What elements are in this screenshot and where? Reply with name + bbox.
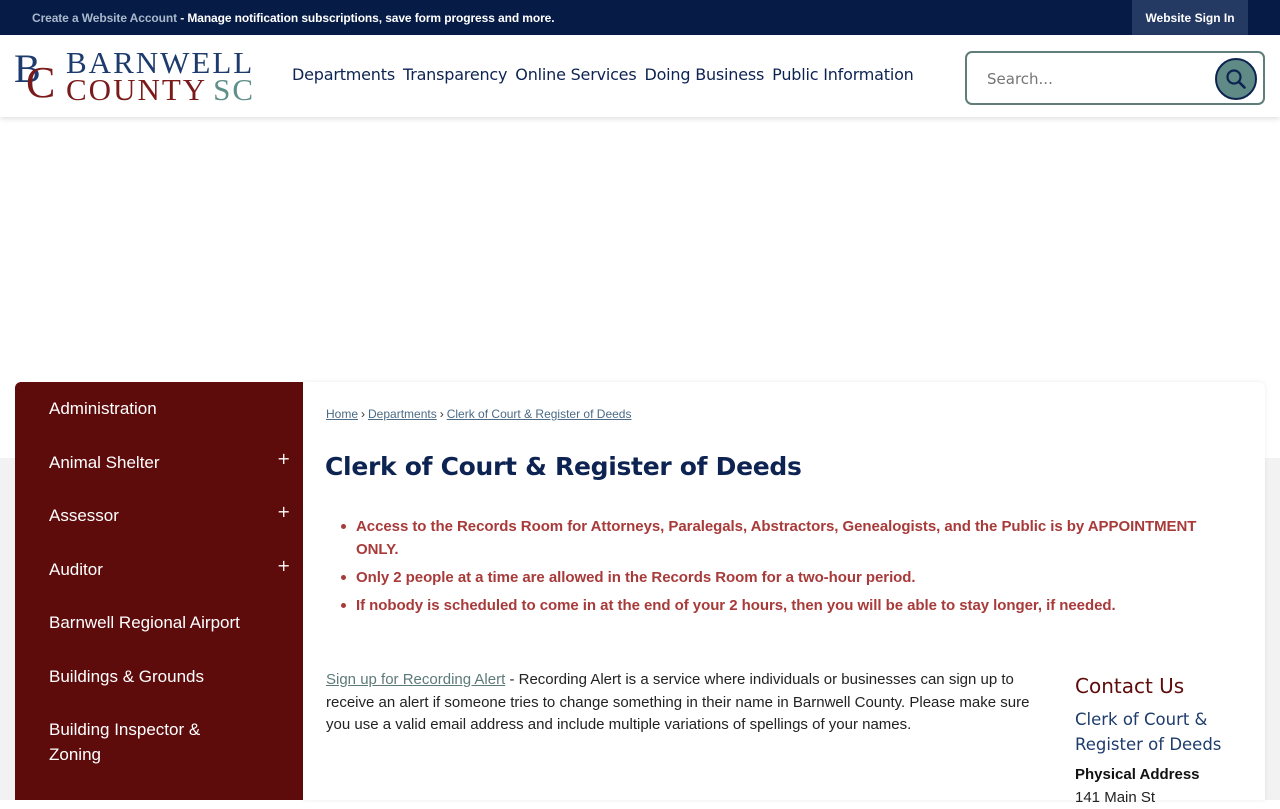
breadcrumb-clerk-of-court[interactable]: Clerk of Court & Register of Deeds bbox=[447, 407, 632, 421]
banner-area bbox=[0, 117, 1280, 382]
nav-transparency[interactable]: Transparency bbox=[403, 65, 508, 84]
contact-heading: Contact Us bbox=[1075, 674, 1185, 698]
nav-public-information[interactable]: Public Information bbox=[772, 65, 914, 84]
logo-initial-c: C bbox=[26, 58, 56, 107]
records-room-notices: Access to the Records Room for Attorneys… bbox=[341, 515, 1236, 622]
website-sign-in-button[interactable]: Website Sign In bbox=[1132, 0, 1248, 35]
search-icon bbox=[1226, 69, 1246, 89]
utility-bar: Create a Website Account - Manage notifi… bbox=[0, 0, 1280, 35]
sidebar-item-assessor[interactable]: Assessor bbox=[49, 503, 119, 528]
create-account-link[interactable]: Create a Website Account bbox=[32, 11, 177, 25]
notice-item: If nobody is scheduled to come in at the… bbox=[341, 594, 1236, 617]
account-message: Create a Website Account - Manage notifi… bbox=[32, 11, 555, 25]
sidebar-item-auditor[interactable]: Auditor bbox=[49, 557, 103, 582]
breadcrumb-departments[interactable]: Departments bbox=[368, 407, 437, 421]
sidebar-item-building-inspector-zoning[interactable]: Building Inspector & Zoning bbox=[49, 717, 219, 767]
breadcrumb-separator: › bbox=[361, 407, 366, 421]
recording-alert-link[interactable]: Sign up for Recording Alert bbox=[326, 671, 505, 688]
breadcrumb-home[interactable]: Home bbox=[326, 407, 358, 421]
nav-online-services[interactable]: Online Services bbox=[515, 65, 636, 84]
search-button[interactable] bbox=[1215, 58, 1257, 100]
recording-alert-paragraph: Sign up for Recording Alert - Recording … bbox=[326, 669, 1046, 737]
notice-item: Access to the Records Room for Attorneys… bbox=[341, 515, 1236, 561]
logo-county: COUNTY bbox=[66, 72, 208, 107]
department-sidebar: Administration Animal Shelter + Assessor… bbox=[15, 382, 303, 800]
contact-us-panel: Contact Us Clerk of Court & Register of … bbox=[1075, 673, 1255, 809]
logo-state: SC bbox=[213, 72, 256, 107]
sidebar-item-barnwell-regional-airport[interactable]: Barnwell Regional Airport bbox=[49, 610, 240, 635]
breadcrumb: Home › Departments › Clerk of Court & Regist… bbox=[326, 407, 631, 421]
breadcrumb-separator: › bbox=[439, 407, 444, 421]
sidebar-item-administration[interactable]: Administration bbox=[49, 396, 157, 421]
site-header: B C BARNWELL COUNTY SC Departments Transp… bbox=[0, 35, 1280, 117]
create-account-description: - Manage notification subscriptions, sav… bbox=[176, 11, 555, 25]
logo-county-line: COUNTY SC bbox=[66, 74, 255, 106]
expand-animal-shelter-icon[interactable]: + bbox=[277, 449, 290, 468]
expand-assessor-icon[interactable]: + bbox=[277, 502, 290, 521]
search-input[interactable] bbox=[987, 70, 1187, 88]
search-box bbox=[965, 51, 1265, 105]
page-title: Clerk of Court & Register of Deeds bbox=[325, 452, 802, 481]
notice-item: Only 2 people at a time are allowed in t… bbox=[341, 566, 1236, 589]
expand-auditor-icon[interactable]: + bbox=[277, 556, 290, 575]
nav-departments[interactable]: Departments bbox=[292, 65, 395, 84]
main-content: Home › Departments › Clerk of Court & Regist… bbox=[303, 382, 1265, 806]
county-logo[interactable]: B C BARNWELL COUNTY SC bbox=[14, 47, 270, 107]
main-navigation: Departments Transparency Online Services… bbox=[292, 65, 922, 84]
street-address: 141 Main St bbox=[1075, 789, 1156, 806]
nav-doing-business[interactable]: Doing Business bbox=[644, 65, 764, 84]
sidebar-item-animal-shelter[interactable]: Animal Shelter bbox=[49, 450, 160, 475]
contact-department: Clerk of Court & Register of Deeds bbox=[1075, 710, 1222, 754]
sidebar-item-buildings-grounds[interactable]: Buildings & Grounds bbox=[49, 664, 204, 689]
physical-address-label: Physical Address bbox=[1075, 766, 1200, 783]
